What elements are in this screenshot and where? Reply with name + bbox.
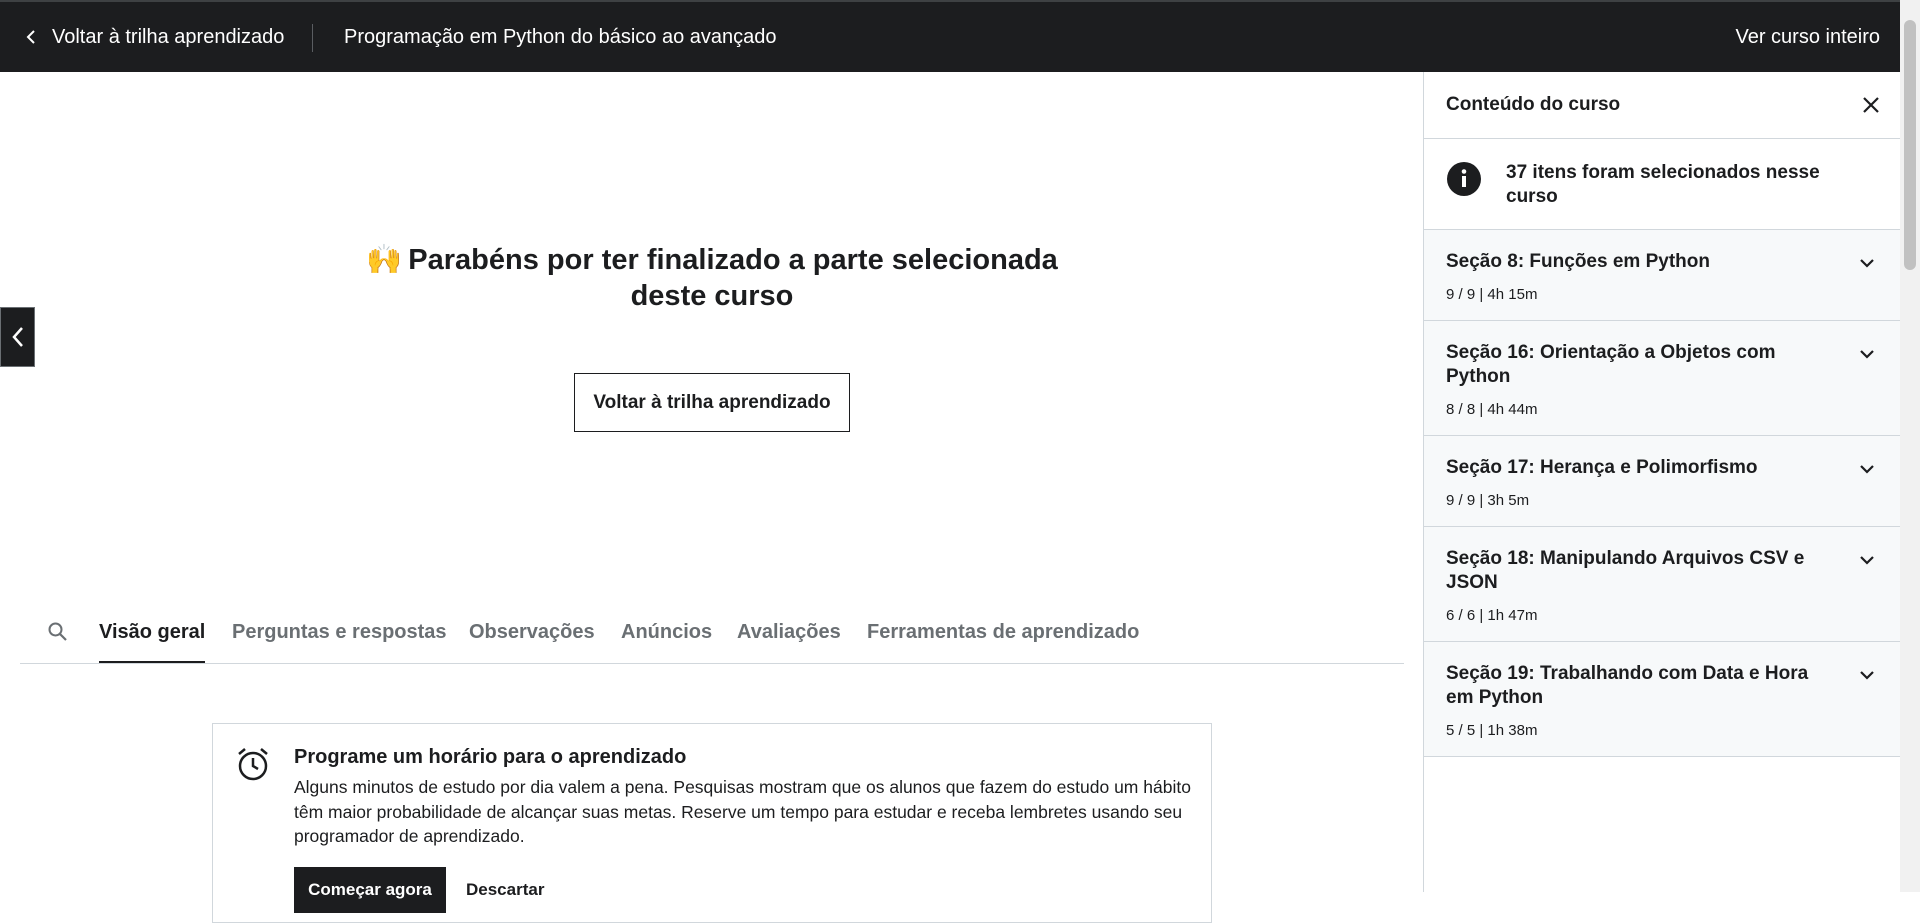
section-meta: 6 / 6 | 1h 47m (1446, 607, 1538, 624)
course-title[interactable]: Programação em Python do básico ao avanç… (344, 2, 777, 72)
selection-info-text: 37 itens foram selecionados nesse curso (1506, 162, 1820, 207)
sidebar-title: Conteúdo do curso (1446, 94, 1621, 115)
selection-info-banner: 37 itens foram selecionados nesse curso (1424, 139, 1900, 230)
start-now-button[interactable]: Começar agora (294, 867, 446, 913)
section-meta: 8 / 8 | 4h 44m (1446, 401, 1538, 418)
section-meta: 9 / 9 | 3h 5m (1446, 492, 1530, 509)
scrollbar-thumb[interactable] (1904, 20, 1916, 270)
section-title: Seção 17: Herança e Polimorfismo (1446, 457, 1758, 478)
tab-announcements[interactable]: Anúncios (621, 610, 712, 663)
section-title: Seção 16: Orientação a Objetos com Pytho… (1446, 342, 1776, 387)
expand-sidebar-button[interactable] (0, 307, 35, 367)
back-to-learning-path-button[interactable]: Voltar à trilha aprendizado (574, 373, 850, 432)
chevron-down-icon (1860, 465, 1874, 474)
section-meta: 9 / 9 | 4h 15m (1446, 286, 1538, 303)
completion-heading: 🙌 Parabéns por ter finalizado a parte sel… (340, 242, 1084, 314)
raised-hands-emoji: 🙌 (366, 244, 403, 276)
close-icon[interactable] (1860, 94, 1882, 116)
search-icon (48, 622, 67, 641)
chevron-down-icon (1860, 259, 1874, 268)
reminder-title: Programe um horário para o aprendizado (294, 746, 687, 768)
section-item[interactable]: Seção 8: Funções em Python 9 / 9 | 4h 15… (1424, 230, 1900, 321)
reminder-body: Alguns minutos de estudo por dia valem a… (294, 777, 1191, 846)
section-item[interactable]: Seção 18: Manipulando Arquivos CSV e JSO… (1424, 527, 1900, 642)
top-navigation-bar: Voltar à trilha aprendizado Programação … (0, 0, 1920, 72)
section-item[interactable]: Seção 17: Herança e Polimorfismo 9 / 9 |… (1424, 436, 1900, 527)
dismiss-button[interactable]: Descartar (466, 867, 544, 913)
search-tab[interactable] (46, 620, 70, 644)
chevron-down-icon (1860, 556, 1874, 565)
section-item[interactable]: Seção 19: Trabalhando com Data e Hora em… (1424, 642, 1900, 757)
course-tabs: Visão geral Perguntas e respostas Observ… (20, 610, 1404, 664)
section-title: Seção 8: Funções em Python (1446, 251, 1710, 272)
course-content-sidebar: Conteúdo do curso 37 itens foram selecio… (1423, 72, 1900, 892)
tab-reviews[interactable]: Avaliações (737, 610, 841, 663)
tab-notes[interactable]: Observações (469, 610, 595, 663)
tab-overview[interactable]: Visão geral (99, 610, 206, 663)
divider (312, 24, 313, 52)
view-full-course-link[interactable]: Ver curso inteiro (1735, 2, 1880, 72)
tab-learning-tools[interactable]: Ferramentas de aprendizado (867, 610, 1139, 663)
chevron-left-icon (26, 30, 35, 44)
chevron-down-icon (1860, 671, 1874, 680)
tab-questions-answers[interactable]: Perguntas e respostas (232, 610, 447, 663)
section-meta: 5 / 5 | 1h 38m (1446, 722, 1538, 739)
section-item[interactable]: Seção 16: Orientação a Objetos com Pytho… (1424, 321, 1900, 436)
completion-heading-text: Parabéns por ter finalizado a parte sele… (408, 244, 1058, 312)
back-to-learning-path-link[interactable]: Voltar à trilha aprendizado (24, 2, 284, 72)
alarm-clock-icon (238, 748, 268, 781)
back-link-label: Voltar à trilha aprendizado (52, 25, 285, 48)
section-title: Seção 18: Manipulando Arquivos CSV e JSO… (1446, 548, 1805, 593)
chevron-down-icon (1860, 350, 1874, 359)
learning-reminder-card: Programe um horário para o aprendizado A… (212, 723, 1212, 923)
page-scrollbar[interactable] (1900, 0, 1920, 892)
sidebar-header: Conteúdo do curso (1424, 72, 1900, 139)
section-title: Seção 19: Trabalhando com Data e Hora em… (1446, 663, 1809, 708)
info-icon (1447, 162, 1481, 196)
chevron-left-icon (11, 327, 23, 347)
